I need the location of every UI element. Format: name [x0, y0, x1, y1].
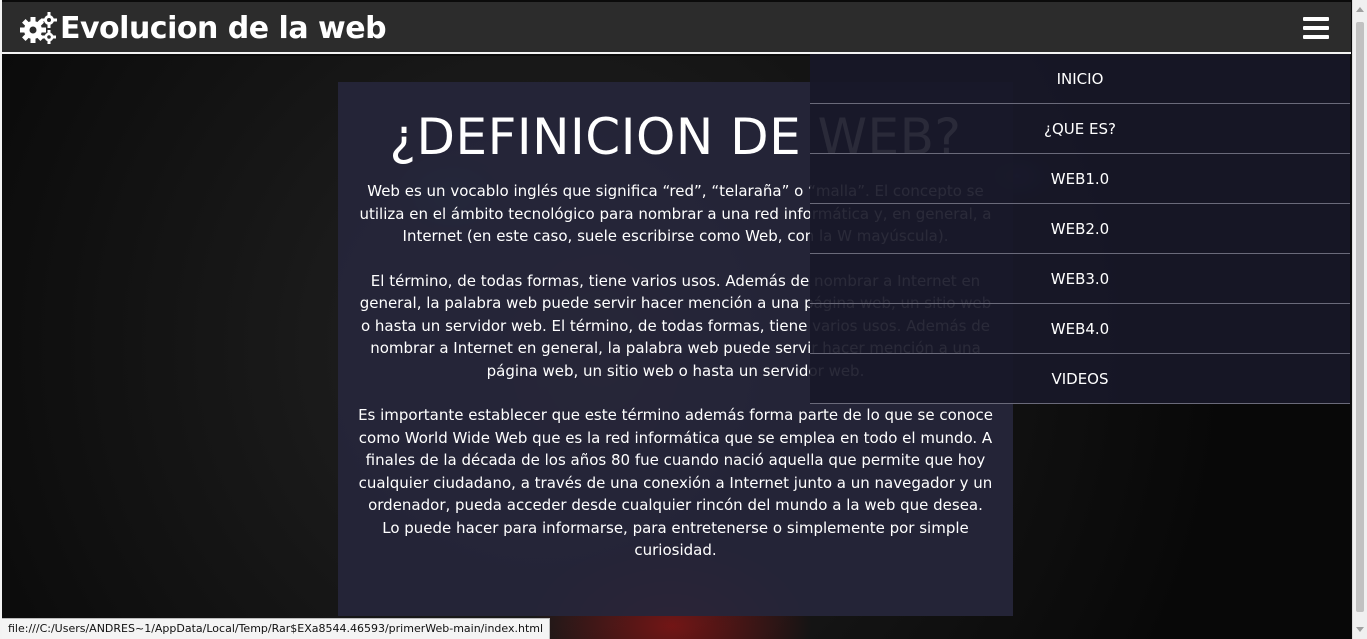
- site-header: Evolucion de la web: [2, 2, 1351, 54]
- site-title: Evolucion de la web: [60, 10, 387, 46]
- hamburger-bar: [1303, 17, 1329, 21]
- scroll-down-icon[interactable]: [1356, 627, 1364, 632]
- hamburger-bar: [1303, 26, 1329, 30]
- vertical-scrollbar[interactable]: [1352, 0, 1367, 639]
- menu-item-que-es[interactable]: ¿QUE ES?: [810, 104, 1350, 154]
- paragraph: Es importante establecer que este términ…: [358, 406, 993, 559]
- gears-icon: [20, 11, 58, 45]
- menu-item-web1[interactable]: WEB1.0: [810, 154, 1350, 204]
- site-logo[interactable]: Evolucion de la web: [20, 9, 387, 47]
- hamburger-bar: [1303, 35, 1329, 39]
- menu-item-web3[interactable]: WEB3.0: [810, 254, 1350, 304]
- menu-item-web2[interactable]: WEB2.0: [810, 204, 1350, 254]
- nav-menu: INICIO ¿QUE ES? WEB1.0 WEB2.0 WEB3.0 WEB…: [810, 54, 1350, 404]
- menu-item-videos[interactable]: VIDEOS: [810, 354, 1350, 404]
- status-bar-url: file:///C:/Users/ANDRES~1/AppData/Local/…: [2, 618, 551, 639]
- scroll-up-icon[interactable]: [1356, 7, 1364, 12]
- menu-item-web4[interactable]: WEB4.0: [810, 304, 1350, 354]
- scroll-thumb[interactable]: [1356, 22, 1364, 612]
- menu-item-inicio[interactable]: INICIO: [810, 54, 1350, 104]
- hamburger-icon[interactable]: [1303, 17, 1329, 39]
